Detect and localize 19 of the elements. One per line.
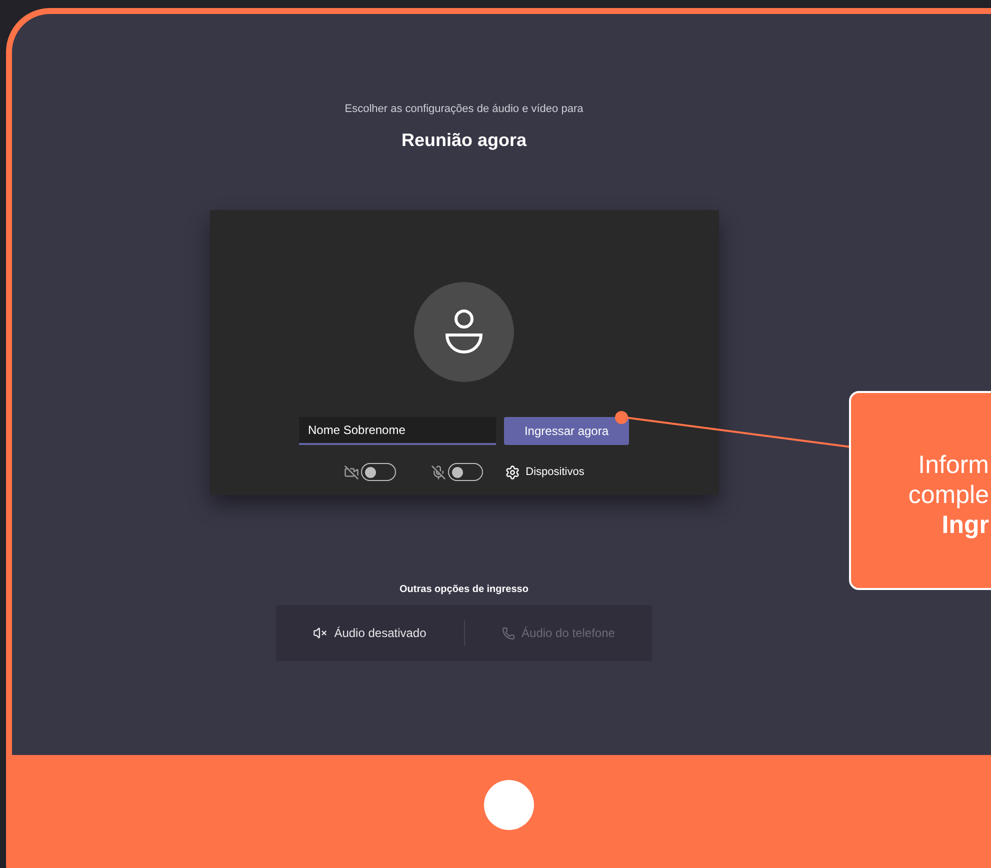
callout-text: Inform <box>918 450 989 480</box>
settings-icon <box>504 464 520 480</box>
callout-text: comple <box>908 480 989 510</box>
subtitle: Escolher as configurações de áudio e vídeo para <box>344 102 584 116</box>
meeting-title: Reunião agora <box>401 129 527 151</box>
speaker-off-icon <box>313 626 328 640</box>
devices-button[interactable]: Dispositivos <box>504 464 584 480</box>
join-button[interactable]: Ingressar agora <box>504 417 629 445</box>
person-icon <box>444 309 484 355</box>
home-button[interactable] <box>484 780 534 830</box>
join-option[interactable]: Áudio desativado <box>276 624 464 642</box>
other-options-heading: Outras opções de ingresso <box>400 584 528 596</box>
camera-off-icon <box>344 464 359 480</box>
phone-icon <box>502 626 515 640</box>
callout-text: Ingr <box>942 510 989 540</box>
toggle-switch[interactable] <box>448 463 483 481</box>
toggle-switch[interactable] <box>360 463 396 481</box>
name-field[interactable]: Nome Sobrenome <box>299 417 496 445</box>
mic-off-icon <box>430 464 446 480</box>
